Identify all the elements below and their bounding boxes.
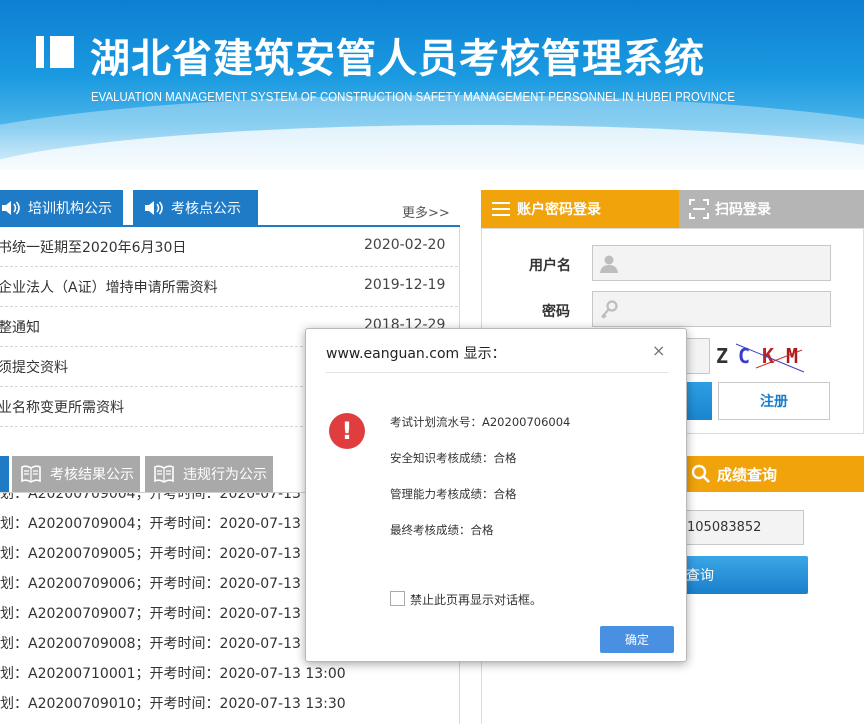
list-item[interactable]: 企业法人（A证）增持申请所需资料 2019-12-19	[0, 267, 458, 307]
tab-label: 扫码登录	[715, 202, 771, 218]
dialog-divider	[326, 372, 668, 373]
tab-training-institutions[interactable]: 培训机构公示	[0, 190, 123, 225]
certificate-number-input[interactable]: 105083852	[682, 510, 804, 545]
user-icon	[600, 255, 618, 273]
dialog-title: www.eanguan.com 显示：	[326, 346, 506, 362]
score-query-title: 成绩查询	[717, 465, 778, 484]
query-button[interactable]: 查询	[682, 556, 808, 594]
tab-label: 违规行为公示	[183, 467, 267, 483]
alert-dialog: www.eanguan.com 显示： × ! 考试计划流水号：A2020070…	[305, 328, 687, 662]
tab-label: 账户密码登录	[517, 202, 601, 218]
news-title: 整通知	[0, 320, 40, 336]
tab-label: 培训机构公示	[28, 200, 112, 217]
search-icon	[691, 464, 710, 483]
tab-label: 考核结果公示	[50, 467, 134, 483]
password-label: 密码	[542, 304, 570, 320]
dialog-message-line: 最终考核成绩：合格	[390, 523, 494, 537]
suppress-dialogs-label: 禁止此页再显示对话框。	[410, 593, 543, 607]
news-title: 业名称变更所需资料	[0, 400, 124, 416]
tab-qr-login[interactable]: 扫码登录	[679, 190, 864, 228]
page: 湖北省建筑安管人员考核管理系统 EVALUATION MANAGEMENT SY…	[0, 0, 864, 724]
close-icon[interactable]: ×	[652, 343, 665, 359]
register-button[interactable]: 注册	[718, 382, 830, 420]
speaker-icon	[145, 200, 163, 215]
list-item[interactable]: 计划：A20200710001；开考时间：2020-07-13 13:00	[0, 659, 458, 689]
tab-exam-sites[interactable]: 考核点公示	[133, 190, 258, 225]
book-icon	[154, 465, 174, 483]
news-title: 须提交资料	[0, 360, 68, 376]
site-title: 湖北省建筑安管人员考核管理系统	[90, 36, 705, 82]
news-date: 2019-12-19	[364, 277, 446, 293]
logo-mark	[36, 36, 44, 68]
captcha-noise	[735, 343, 805, 373]
username-field[interactable]	[592, 245, 831, 281]
dialog-message-line: 管理能力考核成绩：合格	[390, 487, 517, 501]
book-icon	[21, 465, 41, 483]
list-item[interactable]: 计划：A20200709010；开考时间：2020-07-13 13:30	[0, 689, 458, 719]
dialog-message-line: 安全知识考核成绩：合格	[390, 451, 517, 465]
tab-violations[interactable]: 违规行为公示	[145, 456, 273, 492]
site-subtitle: EVALUATION MANAGEMENT SYSTEM OF CONSTRUC…	[91, 89, 735, 104]
logo-mark	[50, 36, 74, 68]
site-header: 湖北省建筑安管人员考核管理系统 EVALUATION MANAGEMENT SY…	[0, 0, 864, 170]
suppress-dialogs-checkbox[interactable]	[390, 591, 405, 606]
password-field[interactable]	[592, 291, 831, 327]
news-date: 2020-02-20	[364, 237, 446, 253]
username-label: 用户名	[529, 258, 571, 274]
key-icon	[601, 300, 618, 319]
tab-exam-results[interactable]: 考核结果公示	[12, 456, 140, 492]
scan-icon	[689, 199, 709, 219]
ok-button[interactable]: 确定	[600, 626, 674, 653]
error-icon: !	[329, 413, 365, 449]
news-title: 企业法人（A证）增持申请所需资料	[0, 280, 218, 296]
more-link[interactable]: 更多>>	[402, 202, 450, 221]
tab-password-login[interactable]: 账户密码登录	[481, 190, 679, 228]
captcha-image[interactable]: Z C K M	[716, 338, 806, 374]
news-title: 书统一延期至2020年6月30日	[0, 240, 187, 256]
tab-stub[interactable]	[0, 456, 9, 492]
list-item[interactable]: 书统一延期至2020年6月30日 2020-02-20	[0, 227, 458, 267]
dialog-message-line: 考试计划流水号：A20200706004	[390, 415, 571, 429]
speaker-icon	[2, 200, 20, 215]
menu-icon	[492, 202, 510, 216]
tab-label: 考核点公示	[171, 200, 241, 217]
